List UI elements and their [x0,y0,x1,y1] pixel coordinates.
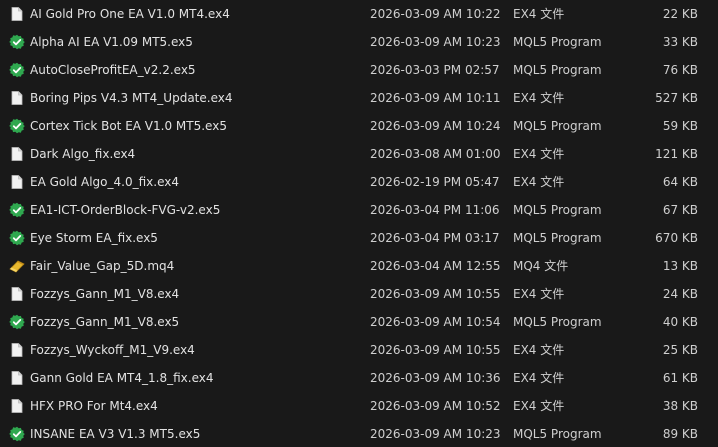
file-name: EA1-ICT-OrderBlock-FVG-v2.ex5 [30,203,221,217]
document-icon [9,146,25,162]
file-date-modified: 2026-03-03 PM 02:57 [370,63,500,77]
file-name: Gann Gold EA MT4_1.8_fix.ex4 [30,371,214,385]
file-type: EX4 文件 [513,147,565,161]
file-row[interactable]: Gann Gold EA MT4_1.8_fix.ex4 2026-03-09 A… [0,364,718,392]
file-size: 25 KB [662,343,698,357]
document-icon [9,342,25,358]
file-type: MQL5 Program [513,203,602,217]
file-row[interactable]: Fair_Value_Gap_5D.mq4 2026-03-04 AM 12:55… [0,252,718,280]
document-icon [9,6,25,22]
file-date-modified: 2026-03-08 AM 01:00 [370,147,501,161]
file-type: EX4 文件 [513,175,565,189]
file-size: 22 KB [662,7,698,21]
file-name: Fozzys_Wyckoff_M1_V9.ex4 [30,343,195,357]
mql5-program-icon [9,230,25,246]
file-date-modified: 2026-03-09 AM 10:23 [370,35,501,49]
file-date-modified: 2026-03-09 AM 10:22 [370,7,501,21]
document-icon [9,174,25,190]
file-size: 670 KB [655,231,698,245]
mql5-program-icon [9,202,25,218]
file-name: AI Gold Pro One EA V1.0 MT4.ex4 [30,7,230,21]
file-type: EX4 文件 [513,287,565,301]
file-type: MQL5 Program [513,63,602,77]
file-name: Eye Storm EA_fix.ex5 [30,231,158,245]
file-list: AI Gold Pro One EA V1.0 MT4.ex4 2026-03-0… [0,0,718,447]
document-icon [9,398,25,414]
file-name: Dark Algo_fix.ex4 [30,147,136,161]
file-name: Fair_Value_Gap_5D.mq4 [30,259,175,273]
file-date-modified: 2026-03-09 AM 10:52 [370,399,501,413]
file-name: Cortex Tick Bot EA V1.0 MT5.ex5 [30,119,227,133]
file-row[interactable]: HFX PRO For Mt4.ex4 2026-03-09 AM 10:52 EX… [0,392,718,420]
file-size: 67 KB [662,203,698,217]
file-type: EX4 文件 [513,371,565,385]
file-size: 89 KB [662,427,698,441]
file-type: EX4 文件 [513,399,565,413]
file-type: MQL5 Program [513,427,602,441]
file-type: EX4 文件 [513,91,565,105]
file-size: 40 KB [662,315,698,329]
file-size: 527 KB [655,91,698,105]
file-name: INSANE EA V3 V1.3 MT5.ex5 [30,427,201,441]
file-type: EX4 文件 [513,343,565,357]
file-date-modified: 2026-03-04 PM 11:06 [370,203,500,217]
file-row[interactable]: AutoCloseProfitEA_v2.2.ex5 2026-03-03 PM … [0,56,718,84]
file-date-modified: 2026-03-09 AM 10:55 [370,343,501,357]
file-size: 121 KB [655,147,698,161]
file-size: 59 KB [662,119,698,133]
file-date-modified: 2026-03-09 AM 10:11 [370,91,501,105]
file-row[interactable]: Boring Pips V4.3 MT4_Update.ex4 2026-03-0… [0,84,718,112]
file-name: Alpha AI EA V1.09 MT5.ex5 [30,35,193,49]
mq4-source-icon [9,258,25,274]
file-row[interactable]: EA1-ICT-OrderBlock-FVG-v2.ex5 2026-03-04 … [0,196,718,224]
mql5-program-icon [9,426,25,442]
document-icon [9,286,25,302]
file-row[interactable]: Cortex Tick Bot EA V1.0 MT5.ex5 2026-03-0… [0,112,718,140]
file-type: EX4 文件 [513,7,565,21]
file-type: MQ4 文件 [513,259,569,273]
file-row[interactable]: Eye Storm EA_fix.ex5 2026-03-04 PM 03:17 M… [0,224,718,252]
mql5-program-icon [9,314,25,330]
file-row[interactable]: EA Gold Algo_4.0_fix.ex4 2026-02-19 PM 05… [0,168,718,196]
file-name: Boring Pips V4.3 MT4_Update.ex4 [30,91,233,105]
file-type: MQL5 Program [513,119,602,133]
file-row[interactable]: Fozzys_Gann_M1_V8.ex5 2026-03-09 AM 10:54… [0,308,718,336]
file-type: MQL5 Program [513,315,602,329]
mql5-program-icon [9,118,25,134]
document-icon [9,90,25,106]
file-row[interactable]: INSANE EA V3 V1.3 MT5.ex5 2026-03-09 AM 1… [0,420,718,447]
file-name: EA Gold Algo_4.0_fix.ex4 [30,175,179,189]
file-date-modified: 2026-03-04 PM 03:17 [370,231,500,245]
mql5-program-icon [9,34,25,50]
file-date-modified: 2026-03-09 AM 10:55 [370,287,501,301]
file-date-modified: 2026-03-04 AM 12:55 [370,259,501,273]
file-size: 33 KB [662,35,698,49]
file-size: 76 KB [662,63,698,77]
file-date-modified: 2026-03-09 AM 10:36 [370,371,501,385]
file-name: Fozzys_Gann_M1_V8.ex4 [30,287,180,301]
file-size: 64 KB [662,175,698,189]
file-row[interactable]: Alpha AI EA V1.09 MT5.ex5 2026-03-09 AM 1… [0,28,718,56]
file-name: HFX PRO For Mt4.ex4 [30,399,158,413]
file-date-modified: 2026-03-09 AM 10:23 [370,427,501,441]
file-type: MQL5 Program [513,231,602,245]
file-row[interactable]: Fozzys_Wyckoff_M1_V9.ex4 2026-03-09 AM 10… [0,336,718,364]
file-row[interactable]: AI Gold Pro One EA V1.0 MT4.ex4 2026-03-0… [0,0,718,28]
file-type: MQL5 Program [513,35,602,49]
file-date-modified: 2026-03-09 AM 10:24 [370,119,501,133]
document-icon [9,370,25,386]
file-size: 61 KB [662,371,698,385]
file-date-modified: 2026-03-09 AM 10:54 [370,315,501,329]
file-date-modified: 2026-02-19 PM 05:47 [370,175,500,189]
file-row[interactable]: Dark Algo_fix.ex4 2026-03-08 AM 01:00 EX4 … [0,140,718,168]
file-size: 13 KB [662,259,698,273]
mql5-program-icon [9,62,25,78]
file-name: AutoCloseProfitEA_v2.2.ex5 [30,63,196,77]
file-size: 24 KB [662,287,698,301]
file-row[interactable]: Fozzys_Gann_M1_V8.ex4 2026-03-09 AM 10:55… [0,280,718,308]
file-size: 38 KB [662,399,698,413]
file-name: Fozzys_Gann_M1_V8.ex5 [30,315,180,329]
